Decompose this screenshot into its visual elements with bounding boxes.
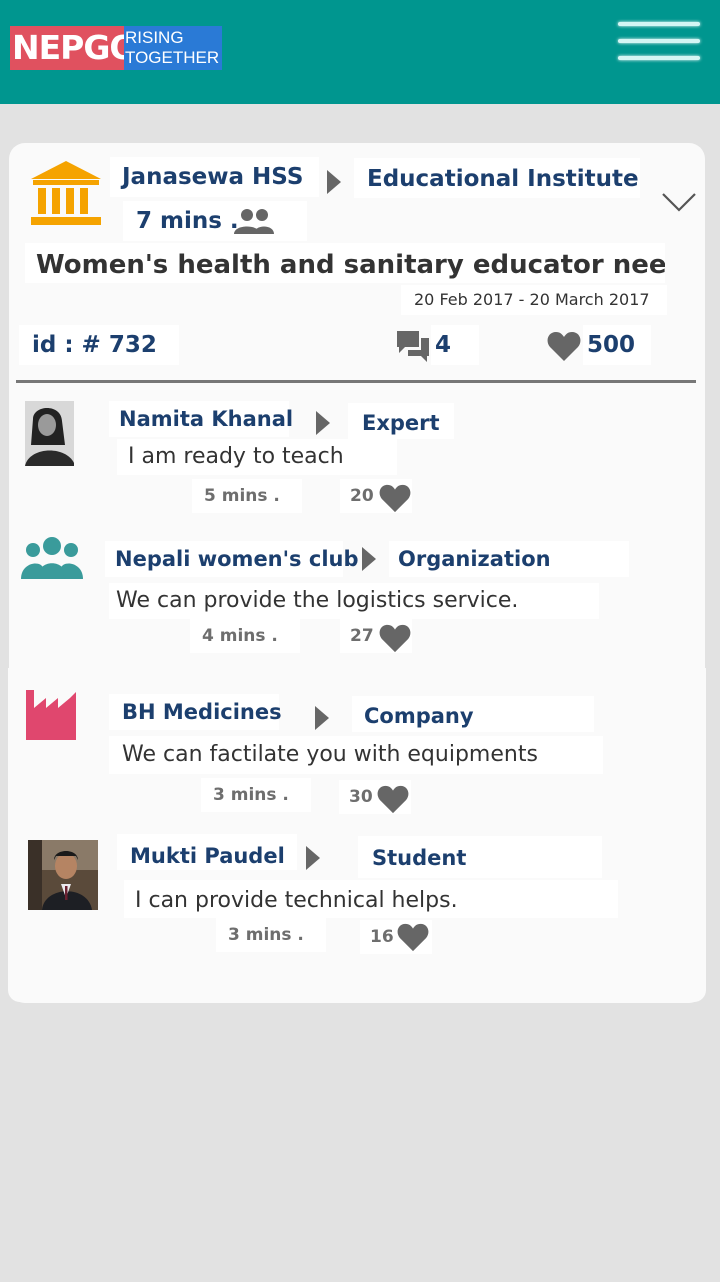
app-logo[interactable]: NEPGO RISING TOGETHER <box>10 26 222 70</box>
post-date-range: 20 Feb 2017 - 20 March 2017 <box>401 285 667 315</box>
logo-tagline-line2: TOGETHER <box>125 48 220 67</box>
top-bar: NEPGO RISING TOGETHER <box>0 0 720 104</box>
heart-icon[interactable] <box>377 784 409 814</box>
comment-time: 3 mins . <box>201 778 311 812</box>
heart-icon[interactable] <box>379 623 411 653</box>
institution-icon <box>29 159 103 227</box>
comment-text: I can provide technical helps. <box>124 880 618 918</box>
comment-time: 3 mins . <box>216 918 326 952</box>
post-category[interactable]: Educational Institute <box>354 158 640 198</box>
post-title: Women's health and sanitary educator nee… <box>25 243 665 283</box>
comment-role: Organization <box>389 541 629 577</box>
comment-time: 4 mins . <box>190 619 300 653</box>
heart-icon[interactable] <box>379 483 411 513</box>
user-avatar-namita[interactable] <box>25 401 74 466</box>
comment-role: Company <box>352 696 594 732</box>
caret-right-icon <box>315 706 329 730</box>
heart-icon[interactable] <box>547 330 581 362</box>
logo-tagline-line1: RISING <box>125 28 184 47</box>
caret-right-icon <box>362 547 376 571</box>
likes-count: 500 <box>583 325 651 365</box>
logo-wordmark: NEPGO <box>10 26 138 70</box>
heart-icon[interactable] <box>397 922 429 952</box>
comment-text: We can provide the logistics service. <box>109 583 599 619</box>
hamburger-menu-icon[interactable] <box>618 22 700 64</box>
comment-author[interactable]: BH Medicines <box>109 694 282 730</box>
comment-icon[interactable] <box>395 329 431 363</box>
factory-icon <box>26 690 76 740</box>
post-time: 7 mins . <box>123 201 307 241</box>
logo-tagline: RISING TOGETHER <box>124 26 222 70</box>
caret-right-icon <box>316 411 330 435</box>
comment-time: 5 mins . <box>192 479 302 513</box>
comments-count: 4 <box>431 325 479 365</box>
caret-right-icon <box>306 846 320 870</box>
comments-card: BH Medicines Company We can factilate yo… <box>8 668 706 1002</box>
comment-role: Expert <box>348 403 454 439</box>
comment-author[interactable]: Namita Khanal <box>109 401 293 437</box>
comment-role: Student <box>358 836 602 878</box>
comment-text: We can factilate you with equipments <box>109 736 603 774</box>
chevron-down-icon[interactable] <box>661 191 697 213</box>
comment-text: I am ready to teach <box>117 439 397 475</box>
group-icon <box>21 536 83 580</box>
user-avatar-mukti[interactable] <box>28 840 98 910</box>
comment-author[interactable]: Nepali women's club <box>105 541 359 577</box>
group-icon <box>232 207 276 237</box>
post-institution-name[interactable]: Janasewa HSS <box>110 157 319 197</box>
divider <box>16 380 696 383</box>
post-id: id : # 732 <box>19 325 179 365</box>
comment-author[interactable]: Mukti Paudel <box>117 834 297 870</box>
caret-right-icon <box>327 170 341 194</box>
